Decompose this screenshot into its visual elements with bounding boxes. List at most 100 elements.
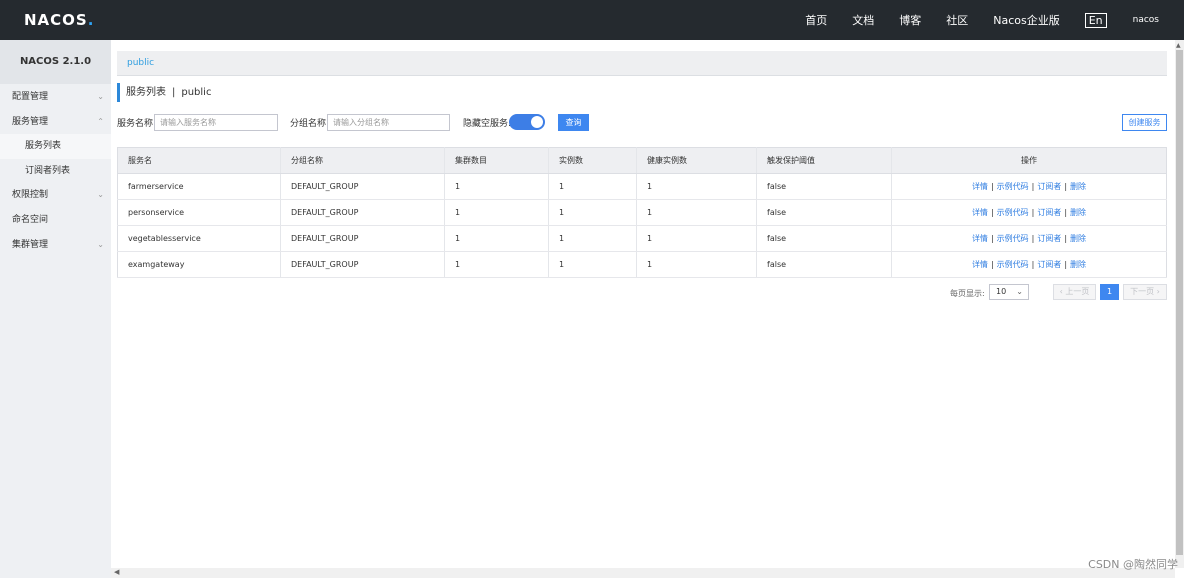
detail-link[interactable]: 详情 [972, 208, 988, 217]
query-button[interactable]: 查询 [558, 114, 589, 131]
delete-link[interactable]: 删除 [1070, 260, 1086, 269]
cell-instances: 1 [548, 173, 637, 200]
scroll-left-icon[interactable]: ◀ [114, 568, 119, 576]
sidebar-item-label: 订阅者列表 [25, 165, 71, 176]
op-separator: | [990, 208, 994, 217]
nav-home[interactable]: 首页 [805, 12, 827, 28]
delete-link[interactable]: 删除 [1070, 234, 1086, 243]
page-1-button[interactable]: 1 [1100, 284, 1119, 300]
service-name-label: 服务名称 [117, 119, 154, 129]
group-name-input[interactable]: 请输入分组名称 [327, 114, 450, 131]
user-menu[interactable]: nacos [1133, 15, 1159, 25]
sidebar-item-label: 服务管理 [12, 116, 49, 127]
table-row: personservice DEFAULT_GROUP 1 1 1 false … [117, 199, 1167, 226]
col-instance-count[interactable]: 实例数 [548, 147, 637, 174]
subscribers-link[interactable]: 订阅者 [1037, 234, 1061, 243]
nav-docs[interactable]: 文档 [852, 12, 874, 28]
service-name-input[interactable]: 请输入服务名称 [154, 114, 278, 131]
op-separator: | [1031, 234, 1035, 243]
nav-enterprise[interactable]: Nacos企业版 [993, 12, 1059, 28]
cell-threshold: false [756, 251, 892, 278]
page-namespace: public [181, 87, 212, 98]
cell-service-name: examgateway [117, 251, 281, 278]
cell-group: DEFAULT_GROUP [280, 199, 445, 226]
sidebar-item-cluster[interactable]: 集群管理 ⌄ [0, 233, 111, 258]
op-separator: | [1064, 260, 1068, 269]
col-cluster-count[interactable]: 集群数目 [444, 147, 549, 174]
chevron-down-icon: ⌄ [97, 92, 104, 101]
sample-code-link[interactable]: 示例代码 [997, 260, 1029, 269]
cell-clusters: 1 [444, 225, 549, 252]
filter-bar: 服务名称 请输入服务名称 分组名称 请输入分组名称 隐藏空服务: 查询 创建服务 [117, 113, 1167, 132]
cell-threshold: false [756, 173, 892, 200]
cell-instances: 1 [548, 225, 637, 252]
cell-operations: 详情 | 示例代码 | 订阅者 | 删除 [891, 251, 1167, 278]
cell-service-name: personservice [117, 199, 281, 226]
chevron-right-icon: › [1154, 287, 1160, 296]
sample-code-link[interactable]: 示例代码 [997, 234, 1029, 243]
sidebar-item-namespace[interactable]: 命名空间 [0, 208, 111, 233]
sidebar-item-config[interactable]: 配置管理 ⌄ [0, 85, 111, 110]
cell-group: DEFAULT_GROUP [280, 225, 445, 252]
table-row: farmerservice DEFAULT_GROUP 1 1 1 false … [117, 173, 1167, 200]
nacos-logo[interactable]: NACOS. [24, 11, 94, 29]
create-service-button[interactable]: 创建服务 [1122, 114, 1167, 131]
page-title-text: 服务列表 [126, 87, 166, 98]
chevron-up-icon: ⌃ [97, 116, 104, 126]
sidebar-item-label: 命名空间 [12, 214, 49, 225]
nav-community[interactable]: 社区 [946, 12, 968, 28]
cell-clusters: 1 [444, 199, 549, 226]
cell-operations: 详情 | 示例代码 | 订阅者 | 删除 [891, 173, 1167, 200]
nav-blog[interactable]: 博客 [899, 12, 921, 28]
sidebar-item-label: 配置管理 [12, 92, 49, 102]
col-protect-threshold[interactable]: 触发保护阈值 [756, 147, 892, 174]
subscribers-link[interactable]: 订阅者 [1037, 182, 1061, 191]
service-table: 服务名 分组名称 集群数目 实例数 健康实例数 触发保护阈值 操作 farmer… [117, 147, 1167, 278]
cell-instances: 1 [548, 251, 637, 278]
sidebar-item-service-mgmt[interactable]: 服务管理 ⌃ [0, 110, 111, 135]
detail-link[interactable]: 详情 [972, 182, 988, 191]
cell-group: DEFAULT_GROUP [280, 251, 445, 278]
col-service-name[interactable]: 服务名 [117, 147, 281, 174]
main-content: public 服务列表 | public 服务名称 请输入服务名称 分组名称 请输入… [117, 40, 1167, 568]
op-separator: | [1064, 182, 1068, 191]
cell-service-name: farmerservice [117, 173, 281, 200]
horizontal-scrollbar[interactable]: ◀ [111, 568, 1175, 578]
next-page-button[interactable]: 下一页 › [1123, 284, 1167, 300]
next-page-label: 下一页 [1130, 287, 1155, 296]
hide-empty-toggle[interactable] [509, 114, 545, 130]
chevron-down-icon: ⌄ [97, 190, 104, 200]
detail-link[interactable]: 详情 [972, 234, 988, 243]
sidebar-item-auth[interactable]: 权限控制 ⌄ [0, 183, 111, 208]
prev-page-button[interactable]: ‹ 上一页 [1053, 284, 1096, 300]
col-healthy-count[interactable]: 健康实例数 [636, 147, 757, 174]
subscribers-link[interactable]: 订阅者 [1037, 208, 1061, 217]
scrollbar-thumb[interactable] [1176, 50, 1183, 555]
chevron-down-icon: ⌄ [1016, 287, 1023, 296]
subscribers-link[interactable]: 订阅者 [1037, 260, 1061, 269]
vertical-scrollbar[interactable]: ▲ [1175, 40, 1184, 568]
col-group-name[interactable]: 分组名称 [280, 147, 445, 174]
toggle-knob [531, 116, 543, 128]
cell-instances: 1 [548, 199, 637, 226]
sample-code-link[interactable]: 示例代码 [997, 182, 1029, 191]
language-toggle[interactable]: En [1084, 12, 1107, 28]
cell-threshold: false [756, 225, 892, 252]
namespace-public-link[interactable]: public [127, 58, 154, 68]
cell-service-name: vegetablesservice [117, 225, 281, 252]
delete-link[interactable]: 删除 [1070, 208, 1086, 217]
scroll-up-icon[interactable]: ▲ [1176, 42, 1181, 49]
sample-code-link[interactable]: 示例代码 [997, 208, 1029, 217]
top-nav: 首页 文档 博客 社区 Nacos企业版 En nacos [805, 0, 1184, 40]
op-separator: | [990, 182, 994, 191]
detail-link[interactable]: 详情 [972, 260, 988, 269]
table-row: vegetablesservice DEFAULT_GROUP 1 1 1 fa… [117, 225, 1167, 252]
per-page-select[interactable]: 10 ⌄ [989, 284, 1029, 300]
watermark: CSDN @陶然同学 [1088, 558, 1178, 571]
delete-link[interactable]: 删除 [1070, 182, 1086, 191]
title-separator: | [172, 87, 176, 98]
table-header-row: 服务名 分组名称 集群数目 实例数 健康实例数 触发保护阈值 操作 [117, 147, 1167, 174]
sidebar-item-service-list[interactable]: 服务列表 [0, 134, 111, 159]
cell-threshold: false [756, 199, 892, 226]
sidebar-item-subscriber-list[interactable]: 订阅者列表 [0, 159, 111, 184]
